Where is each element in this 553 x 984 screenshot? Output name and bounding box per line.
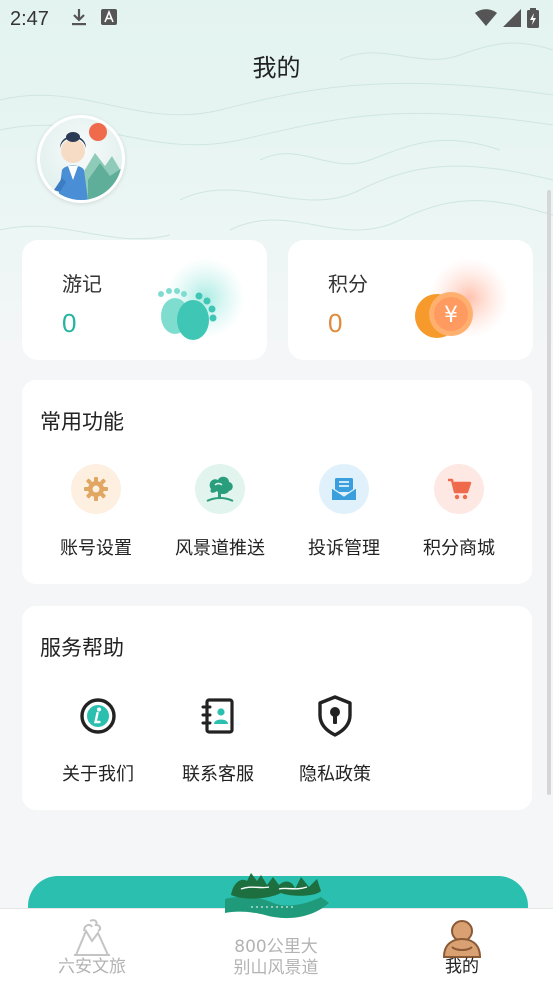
tab-mine-label: 我的 bbox=[445, 957, 479, 977]
scenic-route-push-button[interactable]: 风景道推送 bbox=[165, 464, 275, 560]
points-count: 0 bbox=[328, 308, 343, 338]
service-help-section: 服务帮助 关于我们 联系客服 隐私政策 bbox=[22, 606, 532, 810]
complaint-management-button[interactable]: 投诉管理 bbox=[289, 464, 399, 560]
page-title: 我的 bbox=[252, 54, 301, 82]
shield-lock-icon bbox=[313, 694, 357, 738]
points-label: 积分 bbox=[328, 272, 368, 296]
avatar[interactable] bbox=[37, 115, 125, 203]
privacy-policy-button[interactable]: 隐私政策 bbox=[280, 694, 390, 786]
tree-landscape-icon bbox=[195, 464, 245, 514]
points-card[interactable]: 积分 0 ¥ bbox=[288, 240, 533, 360]
shopping-cart-icon bbox=[434, 464, 484, 514]
info-icon bbox=[76, 694, 120, 738]
bottom-tab-bar: 六安文旅 800公里大 别山风景道 我的 bbox=[0, 873, 553, 984]
privacy-policy-label: 隐私政策 bbox=[299, 764, 371, 785]
contact-support-label: 联系客服 bbox=[182, 764, 254, 785]
account-settings-label: 账号设置 bbox=[60, 538, 132, 559]
about-us-button[interactable]: 关于我们 bbox=[43, 694, 153, 786]
contact-support-button[interactable]: 联系客服 bbox=[163, 694, 273, 786]
wifi-icon bbox=[475, 9, 497, 31]
points-mall-button[interactable]: 积分商城 bbox=[404, 464, 514, 560]
status-bar: 2:47 bbox=[0, 0, 553, 38]
download-icon bbox=[71, 8, 87, 30]
scrollbar[interactable] bbox=[547, 190, 551, 795]
travel-notes-count: 0 bbox=[62, 308, 77, 338]
about-us-label: 关于我们 bbox=[62, 764, 134, 785]
tab-dabie-scenic-route-label-2: 别山风景道 bbox=[233, 958, 319, 978]
person-icon bbox=[422, 917, 502, 959]
mountain-icon bbox=[52, 917, 132, 959]
signal-icon bbox=[503, 9, 521, 31]
footprint-icon bbox=[137, 258, 247, 352]
mail-inbox-icon bbox=[319, 464, 369, 514]
points-mall-label: 积分商城 bbox=[423, 538, 495, 559]
contact-book-icon bbox=[196, 694, 240, 738]
battery-icon bbox=[527, 8, 539, 32]
service-help-title: 服务帮助 bbox=[40, 636, 124, 660]
travel-notes-label: 游记 bbox=[62, 272, 102, 296]
coin-icon: ¥ bbox=[403, 258, 513, 352]
svg-text:¥: ¥ bbox=[444, 303, 458, 328]
tab-liuan-tourism[interactable]: 六安文旅 bbox=[52, 909, 132, 984]
tab-liuan-tourism-label: 六安文旅 bbox=[58, 957, 126, 977]
gear-icon bbox=[71, 464, 121, 514]
status-time: 2:47 bbox=[10, 7, 49, 30]
tab-dabie-scenic-route-label-1: 800公里大 bbox=[234, 937, 318, 957]
common-functions-section: 常用功能 账号设置 风景道推送 投诉管理 积分商城 bbox=[22, 380, 532, 584]
complaint-management-label: 投诉管理 bbox=[308, 538, 380, 559]
dabie-logo-icon bbox=[221, 867, 333, 925]
tab-mine[interactable]: 我的 bbox=[422, 909, 502, 984]
common-functions-title: 常用功能 bbox=[40, 410, 124, 434]
tab-dabie-scenic-route[interactable]: 800公里大 别山风景道 bbox=[211, 873, 341, 984]
account-settings-button[interactable]: 账号设置 bbox=[41, 464, 151, 560]
font-a-icon bbox=[100, 9, 117, 29]
scenic-route-push-label: 风景道推送 bbox=[175, 538, 265, 559]
travel-notes-card[interactable]: 游记 0 bbox=[22, 240, 267, 360]
